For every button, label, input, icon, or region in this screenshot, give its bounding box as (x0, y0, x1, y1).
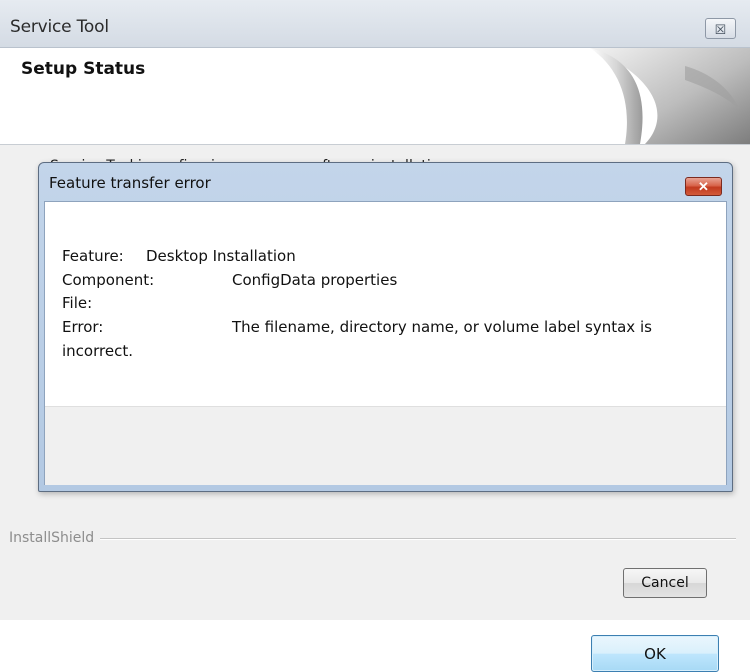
dialog-close-button[interactable]: ✕ (685, 177, 722, 196)
close-icon: ☒ (714, 22, 727, 37)
feature-label: Feature: (62, 247, 124, 265)
component-value: ConfigData properties (232, 271, 398, 289)
error-message-continued: incorrect. (62, 342, 133, 360)
feature-value: Desktop Installation (146, 247, 296, 265)
outer-header-panel: Setup Status (0, 48, 750, 145)
close-icon: ✕ (698, 179, 709, 194)
dialog-button-area: OK (45, 406, 726, 672)
divider-rule (100, 538, 736, 540)
error-label: Error: (62, 318, 104, 336)
feature-transfer-error-dialog: Feature transfer error ✕ Feature: Deskto… (38, 162, 733, 672)
error-message: The filename, directory name, or volume … (232, 318, 652, 336)
setup-status-heading: Setup Status (21, 59, 146, 79)
file-label: File: (62, 294, 93, 312)
component-label: Component: (62, 271, 155, 289)
outer-window-titlebar: Service Tool ☒ (0, 0, 750, 48)
ok-button[interactable]: OK (591, 635, 719, 672)
dialog-content: Feature: Desktop Installation Component:… (44, 201, 727, 672)
outer-close-button[interactable]: ☒ (705, 18, 736, 39)
cancel-button[interactable]: Cancel (623, 568, 707, 598)
installshield-divider: InstallShield (0, 530, 750, 546)
dialog-title: Feature transfer error (49, 174, 211, 192)
page-curl-graphic (590, 48, 750, 144)
outer-window-title: Service Tool (10, 17, 109, 37)
dialog-titlebar: Feature transfer error ✕ (39, 163, 732, 201)
installshield-label: InstallShield (9, 530, 101, 546)
